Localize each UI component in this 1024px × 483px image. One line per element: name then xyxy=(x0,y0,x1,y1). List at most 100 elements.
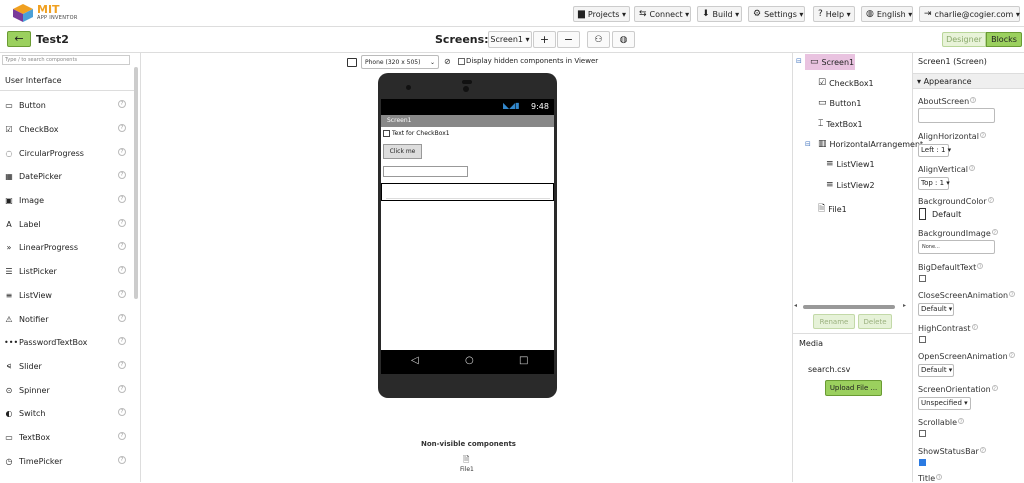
palette-item-textbox[interactable]: ▭ TextBox? xyxy=(0,428,133,446)
help-icon[interactable]: ? xyxy=(118,314,126,322)
help-icon[interactable]: ? xyxy=(118,337,126,345)
account-menu[interactable]: ⇥ charlie@cogier.com ▾ xyxy=(919,6,1020,22)
language-menu[interactable]: ◍ English ▾ xyxy=(861,6,913,22)
bigdefaulttext-checkbox[interactable] xyxy=(919,275,926,282)
alignvertical-select[interactable]: Top : 1 ▾ xyxy=(918,177,950,190)
palette-category-user-interface[interactable]: User Interface xyxy=(0,69,134,91)
palette-item-circularprogress[interactable]: ◌ CircularProgress? xyxy=(0,144,133,162)
screen-select[interactable]: Screen1 ▾ xyxy=(488,31,532,48)
tree-node-button1[interactable]: ▭ Button1 xyxy=(818,98,861,108)
project-properties-button[interactable]: ◍ xyxy=(612,31,635,48)
screen-title-bar[interactable]: Screen1 xyxy=(381,115,554,127)
media-file-item[interactable]: search.csv xyxy=(808,365,850,374)
collapse-icon[interactable]: ⊟ xyxy=(796,57,802,65)
help-icon[interactable]: ? xyxy=(987,197,994,203)
connect-menu[interactable]: ⇆ Connect ▾ xyxy=(634,6,691,22)
textbox1-mock[interactable] xyxy=(383,166,468,177)
upload-file-button[interactable]: Upload File ... xyxy=(825,380,882,396)
palette-item-switch[interactable]: ◐ Switch? xyxy=(0,404,133,422)
palette-item-slider[interactable]: ⪨ Slider? xyxy=(0,357,133,375)
help-menu[interactable]: ? Help ▾ xyxy=(813,6,855,22)
designer-button[interactable]: Designer xyxy=(942,32,986,47)
tree-node-screen1[interactable]: ▭ Screen1 xyxy=(810,57,854,67)
nonvisible-file-label[interactable]: File1 xyxy=(460,466,474,473)
tree-node-horizontalarrangement[interactable]: ▥ HorizontalArrangement xyxy=(818,139,923,149)
tree-node-listview1[interactable]: ≡ ListView1 xyxy=(826,159,875,169)
tree-node-textbox1[interactable]: ⌶ TextBox1 xyxy=(818,119,863,129)
remove-screen-button[interactable]: − xyxy=(557,31,580,48)
projects-menu[interactable]: ▆ Projects ▾ xyxy=(573,6,630,22)
help-icon[interactable]: ? xyxy=(971,324,978,330)
appearance-section-header[interactable]: ▾ Appearance xyxy=(913,73,1024,89)
screen-canvas[interactable]: Text for CheckBox1 Click me xyxy=(381,127,554,350)
help-icon[interactable]: ? xyxy=(969,165,976,171)
help-icon[interactable]: ? xyxy=(979,132,986,138)
help-icon[interactable]: ? xyxy=(118,219,126,227)
showstatusbar-checkbox[interactable] xyxy=(919,459,926,466)
openscreenanimation-select[interactable]: Default ▾ xyxy=(918,364,954,377)
phone-size-select[interactable]: Phone (320 x 505) ⌄ xyxy=(361,55,439,69)
image-preview-icon[interactable] xyxy=(347,58,357,67)
palette-item-image[interactable]: ▣ Image? xyxy=(0,191,133,209)
help-icon[interactable]: ? xyxy=(118,242,126,250)
back-button[interactable]: ← xyxy=(7,31,31,47)
scroll-left-icon[interactable]: ◂ xyxy=(794,302,797,309)
component-tree-button[interactable]: ⚇ xyxy=(587,31,610,48)
palette-search-input[interactable]: Type / to search components xyxy=(2,55,130,65)
app-logo[interactable]: MIT APP INVENTOR xyxy=(12,2,82,24)
palette-item-listpicker[interactable]: ☰ ListPicker? xyxy=(0,262,133,280)
palette-item-listview[interactable]: ≡ ListView? xyxy=(0,286,133,304)
tree-node-listview2[interactable]: ≡ ListView2 xyxy=(826,180,875,190)
help-icon[interactable]: ? xyxy=(118,408,126,416)
screenorientation-select[interactable]: Unspecified ▾ xyxy=(918,397,971,410)
help-icon[interactable]: ? xyxy=(118,124,126,132)
help-icon[interactable]: ? xyxy=(118,290,126,298)
blocks-button[interactable]: Blocks xyxy=(986,32,1022,47)
help-icon[interactable]: ? xyxy=(991,385,998,391)
palette-item-label[interactable]: A Label? xyxy=(0,215,133,233)
button1-mock[interactable]: Click me xyxy=(383,144,422,159)
collapse-icon[interactable]: ⊟ xyxy=(805,140,811,148)
add-screen-button[interactable]: + xyxy=(533,31,556,48)
backgroundcolor-value[interactable]: Default xyxy=(932,210,961,219)
palette-item-button[interactable]: ▭ Button? xyxy=(0,96,133,114)
delete-button[interactable]: Delete xyxy=(858,314,892,329)
help-icon[interactable]: ? xyxy=(1009,291,1016,297)
help-icon[interactable]: ? xyxy=(118,100,126,108)
tree-horizontal-scrollbar[interactable] xyxy=(803,305,895,309)
palette-item-checkbox[interactable]: ☑ CheckBox? xyxy=(0,120,133,138)
palette-item-datepicker[interactable]: ▦ DatePicker? xyxy=(0,167,133,185)
listview-mock[interactable] xyxy=(386,198,550,199)
help-icon[interactable]: ? xyxy=(118,432,126,440)
palette-item-linearprogress[interactable]: » LinearProgress? xyxy=(0,238,133,256)
tree-node-checkbox1[interactable]: ☑ CheckBox1 xyxy=(818,78,874,88)
highcontrast-checkbox[interactable] xyxy=(919,336,926,343)
help-icon[interactable]: ? xyxy=(118,195,126,203)
help-icon[interactable]: ? xyxy=(1008,352,1015,358)
palette-item-notifier[interactable]: ⚠ Notifier? xyxy=(0,310,133,328)
backgroundcolor-swatch[interactable] xyxy=(919,208,926,220)
alignhorizontal-select[interactable]: Left : 1 ▾ xyxy=(918,144,951,157)
display-hidden-checkbox[interactable] xyxy=(458,58,465,65)
palette-item-passwordtextbox[interactable]: ••• PasswordTextBox? xyxy=(0,333,133,351)
settings-menu[interactable]: ⚙ Settings ▾ xyxy=(748,6,805,22)
rename-button[interactable]: Rename xyxy=(813,314,855,329)
scrollable-checkbox[interactable] xyxy=(919,430,926,437)
help-icon[interactable]: ? xyxy=(970,97,977,103)
palette-item-spinner[interactable]: ⊙ Spinner? xyxy=(0,381,133,399)
closescreenanimation-select[interactable]: Default ▾ xyxy=(918,303,954,316)
horizontal-arrangement-mock[interactable] xyxy=(381,183,554,201)
checkbox1-text[interactable]: Text for CheckBox1 xyxy=(392,130,450,137)
help-icon[interactable]: ? xyxy=(958,418,965,424)
help-icon[interactable]: ? xyxy=(979,447,986,453)
tree-node-file1[interactable]: 🗎 File1 xyxy=(818,201,847,217)
help-icon[interactable]: ? xyxy=(118,148,126,156)
help-icon[interactable]: ? xyxy=(118,385,126,393)
scroll-right-icon[interactable]: ▸ xyxy=(903,302,906,309)
palette-scrollbar[interactable] xyxy=(134,67,138,299)
help-icon[interactable]: ? xyxy=(991,229,998,235)
help-icon[interactable]: ? xyxy=(977,263,984,269)
help-icon[interactable]: ? xyxy=(118,361,126,369)
backgroundimage-picker[interactable]: None... xyxy=(918,240,995,254)
help-icon[interactable]: ? xyxy=(936,474,943,480)
